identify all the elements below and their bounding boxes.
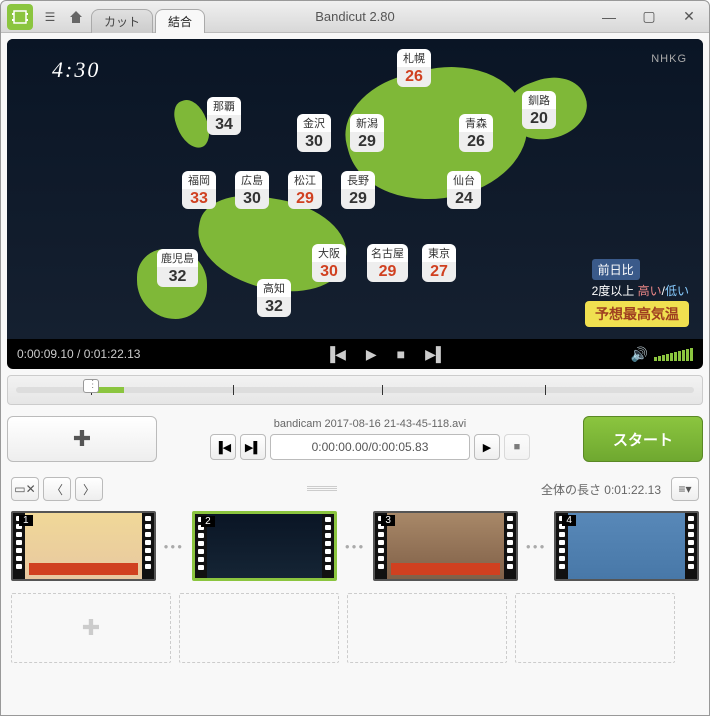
city-福岡: 福岡33 bbox=[182, 171, 216, 209]
city-大阪: 大阪30 bbox=[312, 244, 346, 282]
city-広島: 広島30 bbox=[235, 171, 269, 209]
total-length: 全体の長さ 0:01:22.13 bbox=[541, 481, 661, 498]
window-title: Bandicut 2.80 bbox=[315, 9, 395, 24]
clip-3[interactable]: 3 bbox=[373, 511, 518, 581]
tab-join[interactable]: 結合 bbox=[155, 9, 205, 33]
city-高知: 高知32 bbox=[257, 279, 291, 317]
city-青森: 青森26 bbox=[459, 114, 493, 152]
maximize-button[interactable]: ▢ bbox=[629, 5, 669, 29]
legend: 前日比 2度以上 高い/低い bbox=[592, 259, 689, 299]
city-松江: 松江29 bbox=[288, 171, 322, 209]
city-金沢: 金沢30 bbox=[297, 114, 331, 152]
remove-clip-button[interactable]: ▭✕ bbox=[11, 477, 39, 501]
stop-range-button[interactable]: ■ bbox=[504, 434, 530, 460]
clip-connector: ●●● bbox=[526, 542, 547, 551]
city-名古屋: 名古屋29 bbox=[367, 244, 408, 282]
tab-cut[interactable]: カット bbox=[91, 9, 153, 33]
start-button[interactable]: スタート bbox=[583, 416, 703, 462]
range-end-button[interactable]: ▶▌ bbox=[240, 434, 266, 460]
clip-connector: ●●● bbox=[164, 542, 185, 551]
empty-slot bbox=[179, 593, 339, 663]
move-left-button[interactable]: 〈 bbox=[43, 477, 71, 501]
city-釧路: 釧路20 bbox=[522, 91, 556, 129]
file-name: bandicam 2017-08-16 21-43-45-118.avi bbox=[274, 418, 466, 430]
close-button[interactable]: ✕ bbox=[669, 5, 709, 29]
forecast-title: 予想最高気温 bbox=[585, 301, 689, 327]
move-right-button[interactable]: 〉 bbox=[75, 477, 103, 501]
menu-button[interactable]: ☰ bbox=[37, 4, 63, 30]
empty-slot bbox=[347, 593, 507, 663]
play-button[interactable]: ▶ bbox=[366, 346, 377, 363]
app-icon bbox=[7, 4, 33, 30]
empty-slot-add[interactable]: ✚ bbox=[11, 593, 171, 663]
clip-4[interactable]: 4 bbox=[554, 511, 699, 581]
empty-slot bbox=[515, 593, 675, 663]
city-仙台: 仙台24 bbox=[447, 171, 481, 209]
time-display: 0:00:09.10 / 0:01:22.13 bbox=[17, 347, 140, 361]
minimize-button[interactable]: — bbox=[589, 5, 629, 29]
preview-panel: 4:30 NHKG 札幌26釧路20那覇34青森26金沢30新潟29福岡33広島… bbox=[7, 39, 703, 369]
city-東京: 東京27 bbox=[422, 244, 456, 282]
add-file-button[interactable]: ✚ bbox=[7, 416, 157, 462]
city-鹿児島: 鹿児島32 bbox=[157, 249, 198, 287]
clip-2[interactable]: 2 bbox=[192, 511, 337, 581]
home-button[interactable] bbox=[63, 4, 89, 30]
play-range-button[interactable]: ▶ bbox=[474, 434, 500, 460]
stop-button[interactable]: ■ bbox=[397, 346, 405, 363]
clip-connector: ●●● bbox=[345, 542, 366, 551]
city-新潟: 新潟29 bbox=[350, 114, 384, 152]
range-start-button[interactable]: ▐◀ bbox=[210, 434, 236, 460]
range-input[interactable]: 0:00:00.00 / 0:00:05.83 bbox=[270, 434, 470, 460]
clip-1[interactable]: 1 bbox=[11, 511, 156, 581]
next-button[interactable]: ▶▌ bbox=[425, 346, 446, 363]
drag-handle-icon bbox=[307, 486, 337, 492]
city-札幌: 札幌26 bbox=[397, 49, 431, 87]
volume-icon[interactable]: 🔊 bbox=[631, 346, 648, 363]
volume-level[interactable] bbox=[654, 348, 693, 361]
video-frame[interactable]: 4:30 NHKG 札幌26釧路20那覇34青森26金沢30新潟29福岡33広島… bbox=[7, 39, 703, 339]
timeline-handle[interactable] bbox=[83, 379, 99, 393]
list-menu-button[interactable]: ≡▾ bbox=[671, 477, 699, 501]
timeline[interactable] bbox=[7, 375, 703, 405]
prev-button[interactable]: ▐◀ bbox=[325, 346, 346, 363]
city-那覇: 那覇34 bbox=[207, 97, 241, 135]
city-長野: 長野29 bbox=[341, 171, 375, 209]
